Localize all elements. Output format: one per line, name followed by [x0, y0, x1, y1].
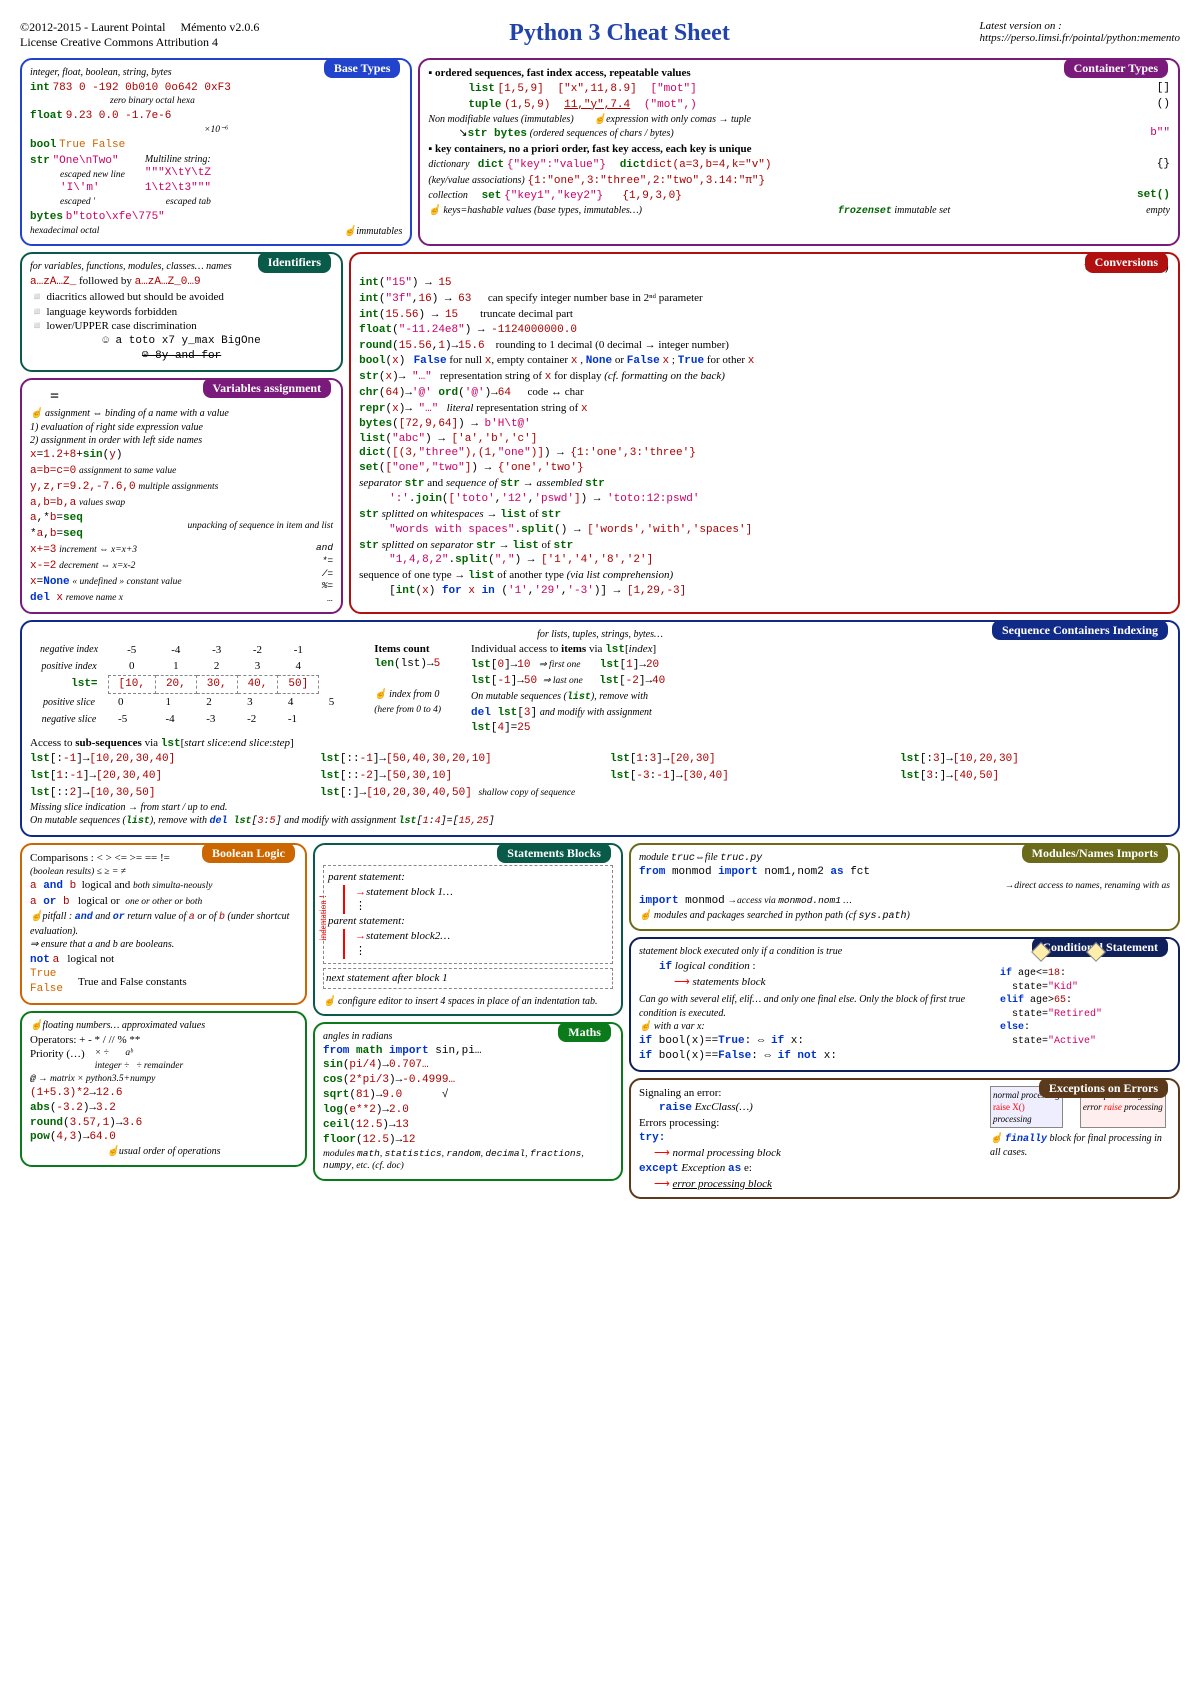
box-exceptions: Exceptions on Errors Signaling an error:…	[629, 1078, 1180, 1200]
box-boolean-logic: Boolean Logic Comparisons : < > <= >= ==…	[20, 843, 307, 1005]
box-sequence-indexing: Sequence Containers Indexing for lists, …	[20, 620, 1180, 837]
box-base-types: Base Types integer, float, boolean, stri…	[20, 58, 412, 246]
box-math-ops: ☝floating numbers… approximated values O…	[20, 1011, 307, 1167]
page-title: Python 3 Cheat Sheet	[509, 20, 730, 47]
box-statements-blocks: Statements Blocks parent statement: →sta…	[313, 843, 623, 1016]
box-identifiers: Identifiers for variables, functions, mo…	[20, 252, 343, 372]
box-title: Base Types	[324, 58, 401, 78]
box-modules-imports: Modules/Names Imports module truc⇔file t…	[629, 843, 1180, 932]
box-conversions: Conversions type(expression) int("15") →…	[349, 252, 1180, 614]
header-right: Latest version on : https://perso.limsi.…	[980, 20, 1180, 44]
latest-label: Latest version on :	[980, 20, 1062, 32]
version: Mémento v2.0.6	[180, 20, 259, 34]
copyright: ©2012-2015 - Laurent Pointal	[20, 20, 165, 34]
box-variables: Variables assignment = ☝ assignment ⇔ bi…	[20, 378, 343, 614]
page-header: ©2012-2015 - Laurent Pointal Mémento v2.…	[20, 20, 1180, 50]
box-conditional: Conditional Statement statement block ex…	[629, 937, 1180, 1071]
box-maths: Maths angles in radians from math import…	[313, 1022, 623, 1181]
box-title: Container Types	[1064, 58, 1168, 78]
header-left: ©2012-2015 - Laurent Pointal Mémento v2.…	[20, 20, 259, 50]
index-table: negative index-5-4-3-2-1 positive index0…	[30, 642, 344, 728]
license: License Creative Commons Attribution 4	[20, 35, 218, 49]
box-container-types: Container Types ordered sequences, fast …	[418, 58, 1180, 246]
latest-url: https://perso.limsi.fr/pointal/python:me…	[980, 32, 1180, 44]
